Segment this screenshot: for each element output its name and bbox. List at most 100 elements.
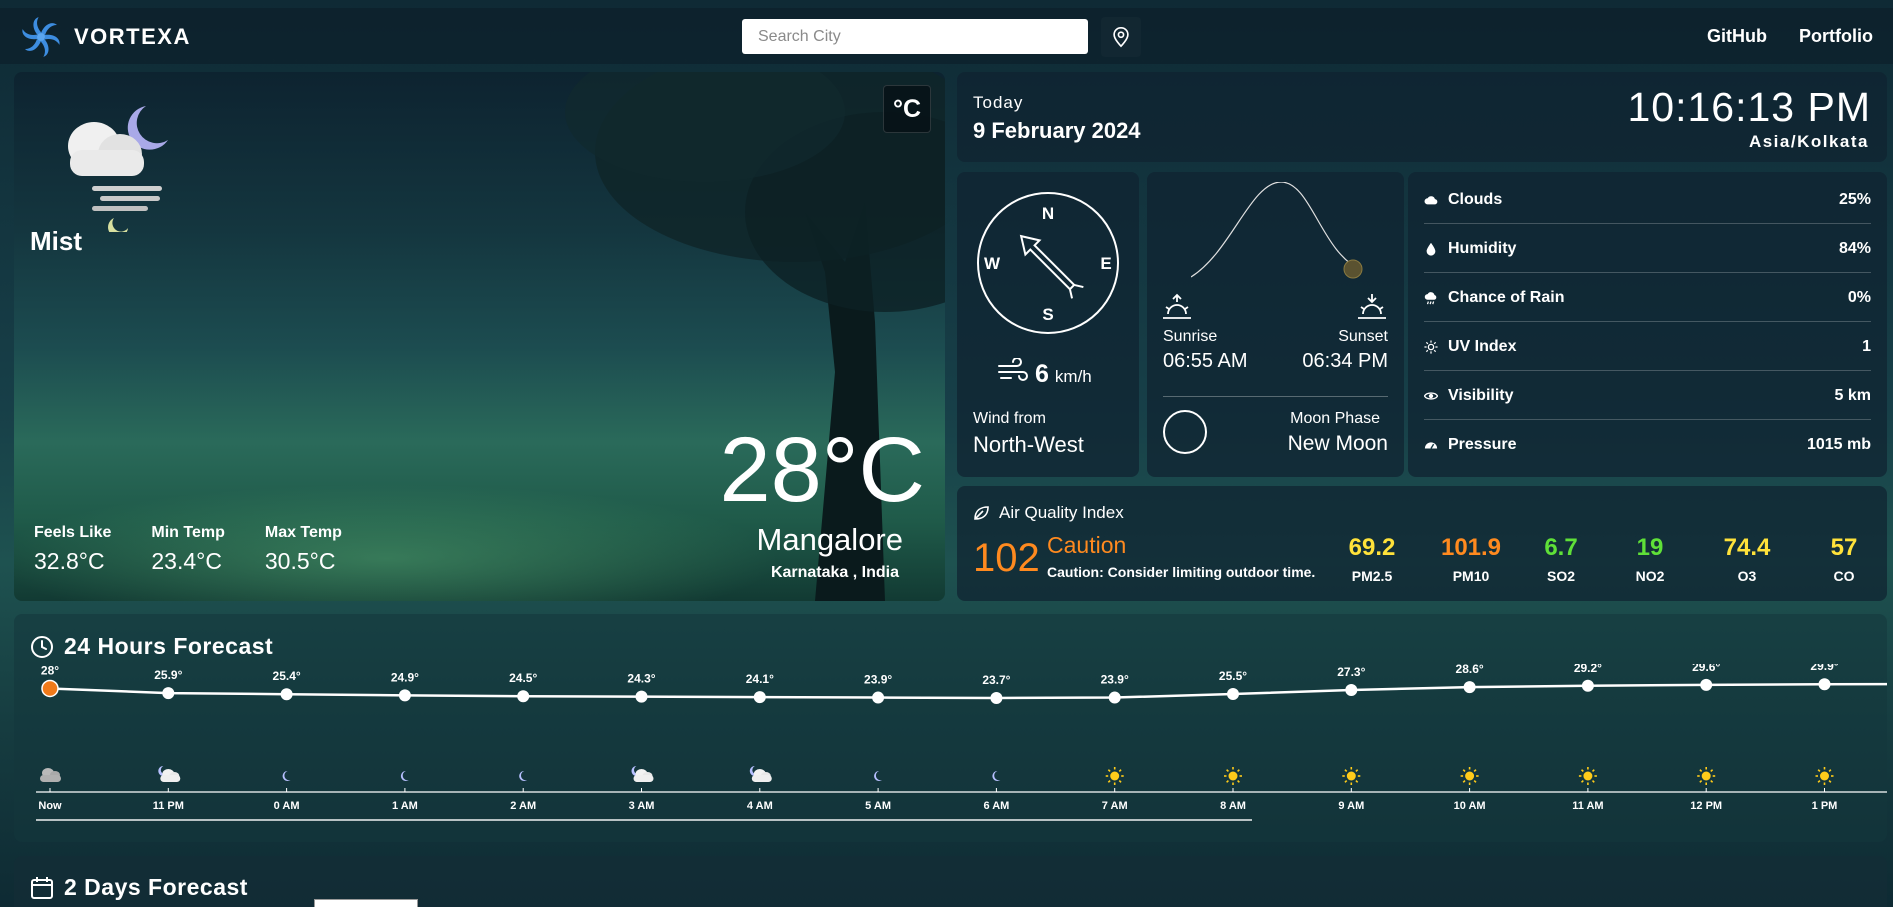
temperature-label: 23.9° bbox=[864, 673, 892, 687]
moon-icon bbox=[519, 771, 528, 781]
temperature-label: 24.1° bbox=[746, 672, 774, 686]
sun-icon bbox=[1460, 767, 1479, 785]
time-label: Now bbox=[38, 800, 62, 812]
sun-icon bbox=[1105, 767, 1124, 785]
sunrise-time: 06:55 AM bbox=[1163, 350, 1248, 372]
moon-icon bbox=[282, 771, 291, 781]
temperature-label: 25.9° bbox=[154, 668, 182, 682]
location-pin-icon bbox=[1113, 27, 1129, 48]
pollutant-value: 74.4 bbox=[1723, 534, 1771, 561]
temperature-label: 28.6° bbox=[1456, 664, 1484, 676]
max-temp-stat: Max Temp 30.5°C bbox=[265, 524, 342, 575]
mist-night-icon bbox=[68, 106, 168, 232]
temperature-point bbox=[280, 688, 293, 701]
current-location-button[interactable] bbox=[1101, 17, 1141, 57]
pollutant-name: CO bbox=[1833, 568, 1855, 584]
compass-n: N bbox=[1042, 204, 1054, 223]
unit-toggle-button[interactable]: °C bbox=[883, 85, 931, 133]
compass-e: E bbox=[1100, 254, 1111, 273]
temperature-point bbox=[162, 687, 175, 700]
sun-icon bbox=[1342, 767, 1361, 785]
pollutant-pm10: 101.9 PM10 bbox=[1436, 534, 1506, 584]
detail-label: Humidity bbox=[1448, 239, 1517, 257]
time-label: 0 AM bbox=[274, 800, 300, 812]
sunset-icon bbox=[1358, 294, 1386, 319]
time-label: 7 AM bbox=[1102, 800, 1128, 812]
temperature-point bbox=[872, 691, 885, 704]
sun-icon bbox=[1224, 767, 1242, 785]
stat-label: Min Temp bbox=[151, 524, 225, 541]
wind-direction-arrow-icon bbox=[1019, 234, 1084, 299]
detail-value: 1 bbox=[1862, 337, 1871, 355]
pollutant-co: 57 CO bbox=[1809, 534, 1879, 584]
time-label: 1 PM bbox=[1812, 800, 1838, 812]
city-name: Mangalore bbox=[756, 522, 903, 557]
temperature-label: 25.4° bbox=[273, 669, 301, 683]
temperature-label: 29.6° bbox=[1692, 664, 1720, 674]
temperature-point bbox=[635, 690, 648, 703]
time-label: 9 AM bbox=[1338, 800, 1364, 812]
eye-icon bbox=[1424, 391, 1438, 400]
pollutant-value: 57 bbox=[1830, 534, 1858, 561]
pollutant-value: 6.7 bbox=[1544, 534, 1578, 561]
pollutant-name: PM10 bbox=[1452, 568, 1490, 584]
detail-row-humidity: Humidity 84% bbox=[1424, 225, 1871, 273]
aqi-description: Caution: Consider limiting outdoor time. bbox=[1047, 564, 1316, 580]
sunset-label: Sunset bbox=[1338, 328, 1388, 345]
current-date: 9 February 2024 bbox=[973, 118, 1141, 143]
time-label: 3 AM bbox=[629, 800, 655, 812]
weather-condition: Mist bbox=[30, 226, 82, 256]
leaf-icon bbox=[974, 506, 989, 520]
sun-path-arc bbox=[1191, 182, 1363, 279]
brand-name: VORTEXA bbox=[74, 24, 191, 49]
detail-row-pressure: Pressure 1015 mb bbox=[1424, 421, 1871, 469]
air-quality-card: Air Quality Index 102 Caution Caution: C… bbox=[957, 486, 1887, 601]
temperature-line bbox=[49, 682, 1887, 700]
sunset-time: 06:34 PM bbox=[1302, 350, 1388, 372]
pollutant-so2: 6.7 SO2 bbox=[1526, 534, 1596, 584]
weather-details-card: Clouds 25% Humidity 84% Chance of Rain 0… bbox=[1408, 172, 1887, 477]
time-label: 6 AM bbox=[983, 800, 1009, 812]
date-time-card: Today 9 February 2024 10:16:13 PM Asia/K… bbox=[957, 72, 1887, 162]
min-temp-stat: Min Temp 23.4°C bbox=[151, 524, 224, 575]
time-label: 8 AM bbox=[1220, 800, 1246, 812]
vortex-logo-icon bbox=[22, 17, 60, 57]
time-label: 4 AM bbox=[747, 800, 773, 812]
detail-value: 0% bbox=[1847, 288, 1871, 306]
detail-row-uv-index: UV Index 1 bbox=[1424, 323, 1871, 371]
nav-links: GitHub Portfolio bbox=[1707, 26, 1873, 47]
portfolio-link[interactable]: Portfolio bbox=[1799, 26, 1873, 47]
temperature-point bbox=[1108, 691, 1121, 704]
moon-icon bbox=[992, 771, 1001, 781]
stat-label: Feels Like bbox=[34, 524, 112, 541]
detail-label: Pressure bbox=[1448, 436, 1517, 453]
time-label: 10 AM bbox=[1454, 800, 1486, 812]
pollutant-value: 19 bbox=[1636, 534, 1664, 561]
temperature-label: 24.5° bbox=[509, 671, 537, 685]
current-temperature: 28°C bbox=[719, 419, 925, 521]
stat-value: 23.4°C bbox=[151, 548, 222, 574]
logo[interactable]: VORTEXA bbox=[20, 16, 191, 58]
temperature-point bbox=[1463, 681, 1476, 694]
sun-icon bbox=[1697, 767, 1716, 785]
detail-row-chance-of-rain: Chance of Rain 0% bbox=[1424, 274, 1871, 322]
time-label: 1 AM bbox=[392, 800, 418, 812]
pollutant-pm25: 69.2 PM2.5 bbox=[1337, 534, 1407, 584]
horizontal-scrollbar[interactable] bbox=[36, 819, 1252, 821]
timezone: Asia/Kolkata bbox=[1748, 132, 1869, 151]
divider bbox=[1163, 396, 1388, 397]
search-input[interactable] bbox=[742, 19, 1088, 54]
time-label: 2 AM bbox=[510, 800, 536, 812]
temperature-label: 29.2° bbox=[1574, 664, 1602, 675]
pollutant-name: NO2 bbox=[1635, 568, 1665, 584]
days-forecast-card: 2 Days Forecast bbox=[14, 856, 1887, 907]
sun-moon-card: Sunrise Sunset 06:55 AM 06:34 PM Moon Ph… bbox=[1147, 172, 1404, 477]
cloud-icon bbox=[1424, 195, 1438, 204]
github-link[interactable]: GitHub bbox=[1707, 26, 1767, 47]
clock-icon bbox=[31, 635, 53, 658]
region-name: Karnataka , India bbox=[770, 564, 899, 581]
pollutant-no2: 19 NO2 bbox=[1615, 534, 1685, 584]
pollutant-value: 69.2 bbox=[1348, 534, 1396, 561]
wind-speed-unit: km/h bbox=[1054, 367, 1092, 386]
sunrise-label: Sunrise bbox=[1163, 328, 1218, 345]
